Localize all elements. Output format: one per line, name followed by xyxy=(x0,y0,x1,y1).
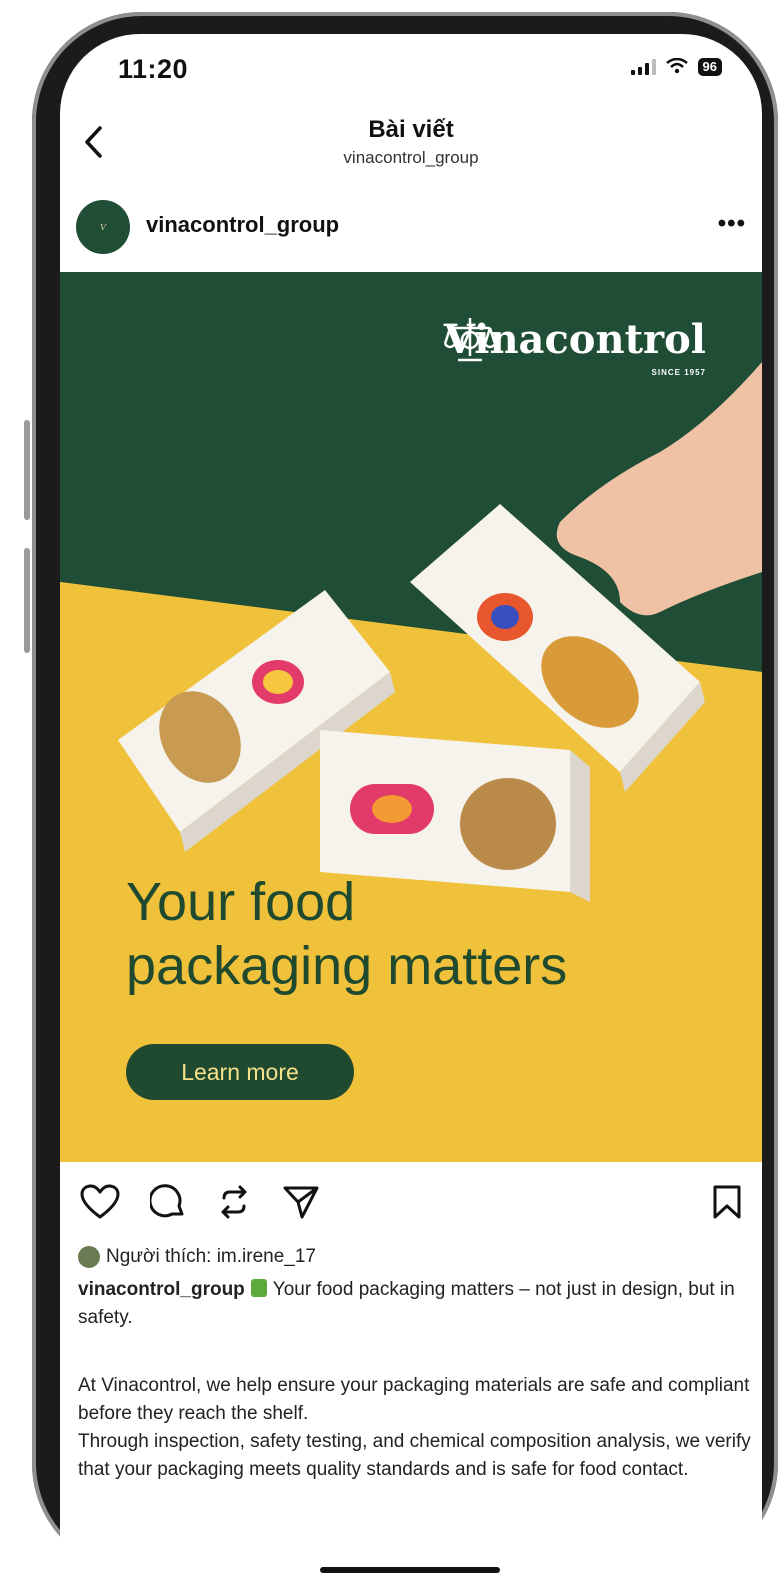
bookmark-icon[interactable] xyxy=(712,1184,742,1225)
screen: 11:20 96 Bài viết vinacontrol_group V vi… xyxy=(60,34,762,1573)
avatar[interactable]: V xyxy=(76,200,130,254)
post-image[interactable]: Vinacontrol SINCE 1957 Your food packagi… xyxy=(60,272,762,1162)
emoji-icon xyxy=(250,1279,267,1297)
share-icon[interactable] xyxy=(282,1184,320,1220)
likes-row[interactable]: Người thích: im.irene_17 xyxy=(78,1246,316,1268)
ad-headline: Your food packaging matters xyxy=(126,870,567,998)
phone-side-button xyxy=(24,420,30,520)
wifi-icon xyxy=(665,57,688,76)
scale-icon xyxy=(443,318,496,362)
status-time: 11:20 xyxy=(118,54,189,84)
brand-logo: Vinacontrol xyxy=(443,316,706,363)
status-icons: 96 xyxy=(630,57,722,76)
caption-username[interactable]: vinacontrol_group xyxy=(78,1279,245,1300)
signal-icon xyxy=(630,59,656,75)
learn-more-button[interactable]: Learn more xyxy=(126,1044,354,1100)
headline-line: packaging matters xyxy=(126,936,568,996)
comment-icon[interactable] xyxy=(150,1184,186,1220)
caption: vinacontrol_group Your food packaging mat… xyxy=(78,1276,750,1332)
more-icon[interactable]: ••• xyxy=(718,210,746,238)
likes-text: Người thích: im.irene_17 xyxy=(106,1246,316,1267)
avatar-logo: V xyxy=(100,222,106,232)
home-indicator xyxy=(320,1567,500,1573)
repost-icon[interactable] xyxy=(216,1184,252,1220)
page-title: Bài viết xyxy=(368,116,454,143)
brand-since: SINCE 1957 xyxy=(651,368,706,377)
post-actions xyxy=(80,1184,320,1220)
liker-avatar xyxy=(78,1246,100,1268)
caption-body: At Vinacontrol, we help ensure your pack… xyxy=(78,1375,751,1480)
heart-icon[interactable] xyxy=(80,1184,120,1220)
battery-indicator: 96 xyxy=(697,58,722,76)
post-illustration xyxy=(60,272,762,1162)
headline-line: Your food xyxy=(126,872,356,932)
post-username[interactable]: vinacontrol_group xyxy=(146,212,339,238)
page-subtitle: vinacontrol_group xyxy=(343,148,479,167)
phone-side-button xyxy=(24,548,30,653)
